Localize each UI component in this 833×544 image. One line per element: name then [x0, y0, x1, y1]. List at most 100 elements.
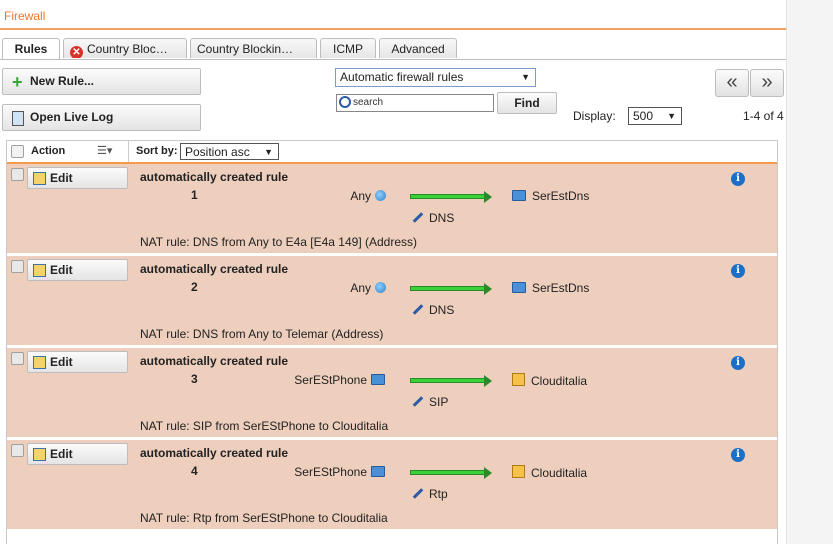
right-side-gutter — [786, 0, 833, 544]
edit-button[interactable]: Edit — [27, 167, 128, 189]
rule-title: automatically created rule — [140, 446, 289, 460]
rule-source: Any — [206, 189, 386, 203]
destination-label: Clouditalia — [531, 374, 588, 388]
display-label: Display: — [573, 109, 616, 123]
display-value: 500 — [633, 109, 654, 123]
tab-icmp[interactable]: ICMP — [320, 38, 376, 58]
table-row: Edit automatically created rule 1 Any Se… — [7, 164, 777, 256]
flow-arrow — [410, 194, 486, 199]
find-button[interactable]: Find — [497, 92, 557, 114]
row-checkbox[interactable] — [11, 260, 24, 273]
header-separator — [128, 141, 129, 162]
grid-header: Action ☰▾ Sort by: Position asc ▼ — [7, 141, 777, 164]
row-checkbox[interactable] — [11, 444, 24, 457]
search-input[interactable]: search — [336, 94, 494, 112]
destination-label: SerEstDns — [532, 281, 590, 295]
service-label: Rtp — [429, 487, 448, 501]
column-menu-icon[interactable]: ☰▾ — [97, 144, 112, 157]
service-label: DNS — [429, 211, 455, 225]
rule-source: Any — [206, 281, 386, 295]
source-label: SerEStPhone — [294, 373, 367, 387]
service-plug-icon — [412, 304, 424, 315]
flow-arrow-head — [484, 191, 492, 203]
nat-rule: NAT rule: DNS from Any to Telemar (Addre… — [140, 327, 384, 341]
row-checkbox[interactable] — [11, 168, 24, 181]
tab-country-blocking[interactable]: ✕ Country Bloc… — [63, 38, 187, 58]
select-all-checkbox[interactable] — [11, 145, 24, 158]
service-label: SIP — [429, 395, 449, 409]
new-rule-button[interactable]: + New Rule... — [2, 68, 201, 95]
rule-service: SIP — [412, 395, 448, 409]
service-plug-icon — [412, 396, 424, 407]
network-host-icon — [512, 282, 526, 293]
tab-rules[interactable]: Rules — [2, 38, 60, 60]
nat-rule: NAT rule: DNS from Any to E4a [E4a 149] … — [140, 235, 418, 249]
rule-destination: Clouditalia — [512, 373, 587, 388]
service-plug-icon — [412, 488, 424, 499]
sort-label: Sort by: — [136, 145, 178, 157]
open-live-log-label: Open Live Log — [30, 110, 114, 124]
rule-number: 4 — [191, 464, 198, 478]
globe-icon — [375, 190, 386, 201]
edit-icon — [33, 448, 46, 461]
rule-title: automatically created rule — [140, 262, 289, 276]
rule-number: 2 — [191, 280, 198, 294]
edit-button[interactable]: Edit — [27, 259, 128, 281]
dropdown-arrow-icon: ▼ — [264, 147, 273, 157]
destination-label: SerEstDns — [532, 189, 590, 203]
rule-number: 3 — [191, 372, 198, 386]
error-icon: ✕ — [70, 46, 83, 58]
tabs-divider — [0, 59, 786, 60]
edit-label: Edit — [50, 171, 73, 185]
edit-label: Edit — [50, 263, 73, 277]
edit-button[interactable]: Edit — [27, 351, 128, 373]
network-host-icon — [371, 466, 385, 477]
flow-arrow — [410, 470, 486, 475]
rule-filter-select[interactable]: Automatic firewall rules ▼ — [335, 68, 536, 87]
network-host-icon — [371, 374, 385, 385]
flow-arrow — [410, 378, 486, 383]
rule-destination: SerEstDns — [512, 189, 589, 203]
destination-label: Clouditalia — [531, 466, 588, 480]
rule-source: SerEStPhone — [205, 373, 385, 387]
tab-label: Rules — [14, 42, 48, 56]
source-label: Any — [350, 189, 371, 203]
tab-label: Country Bloc… — [87, 42, 168, 56]
first-page-button[interactable]: « — [715, 69, 749, 97]
sort-select[interactable]: Position asc ▼ — [180, 143, 279, 160]
edit-button[interactable]: Edit — [27, 443, 128, 465]
rule-title: automatically created rule — [140, 170, 289, 184]
info-icon[interactable]: i — [731, 264, 745, 278]
next-page-button[interactable]: » — [750, 69, 784, 97]
table-row: Edit automatically created rule 2 Any Se… — [7, 256, 777, 348]
service-plug-icon — [412, 212, 424, 223]
tab-advanced[interactable]: Advanced — [379, 38, 457, 58]
rules-grid: Action ☰▾ Sort by: Position asc ▼ Edit a… — [6, 140, 778, 544]
nat-rule: NAT rule: SIP from SerEStPhone to Cloudi… — [140, 419, 389, 433]
search-placeholder: search — [353, 97, 384, 108]
rule-title: automatically created rule — [140, 354, 289, 368]
dropdown-arrow-icon: ▼ — [667, 111, 676, 121]
network-host-icon — [512, 190, 526, 201]
rule-destination: SerEstDns — [512, 281, 589, 295]
rule-destination: Clouditalia — [512, 465, 587, 480]
flow-arrow — [410, 286, 486, 291]
rule-source: SerEStPhone — [205, 465, 385, 479]
table-row: Edit automatically created rule 3 SerESt… — [7, 348, 777, 440]
info-icon[interactable]: i — [731, 356, 745, 370]
rule-service: DNS — [412, 303, 454, 317]
dropdown-arrow-icon: ▼ — [521, 72, 530, 82]
info-icon[interactable]: i — [731, 448, 745, 462]
title-divider — [0, 28, 786, 30]
open-live-log-button[interactable]: Open Live Log — [2, 104, 201, 131]
flow-arrow-head — [484, 283, 492, 295]
tab-country-blocking-exceptions[interactable]: Country Blockin… — [190, 38, 317, 58]
edit-icon — [33, 264, 46, 277]
log-icon — [12, 111, 24, 126]
row-checkbox[interactable] — [11, 352, 24, 365]
info-icon[interactable]: i — [731, 172, 745, 186]
tab-label: Advanced — [391, 42, 445, 56]
display-select[interactable]: 500 ▼ — [628, 107, 682, 125]
globe-icon — [375, 282, 386, 293]
nat-rule: NAT rule: Rtp from SerEStPhone to Cloudi… — [140, 511, 388, 525]
